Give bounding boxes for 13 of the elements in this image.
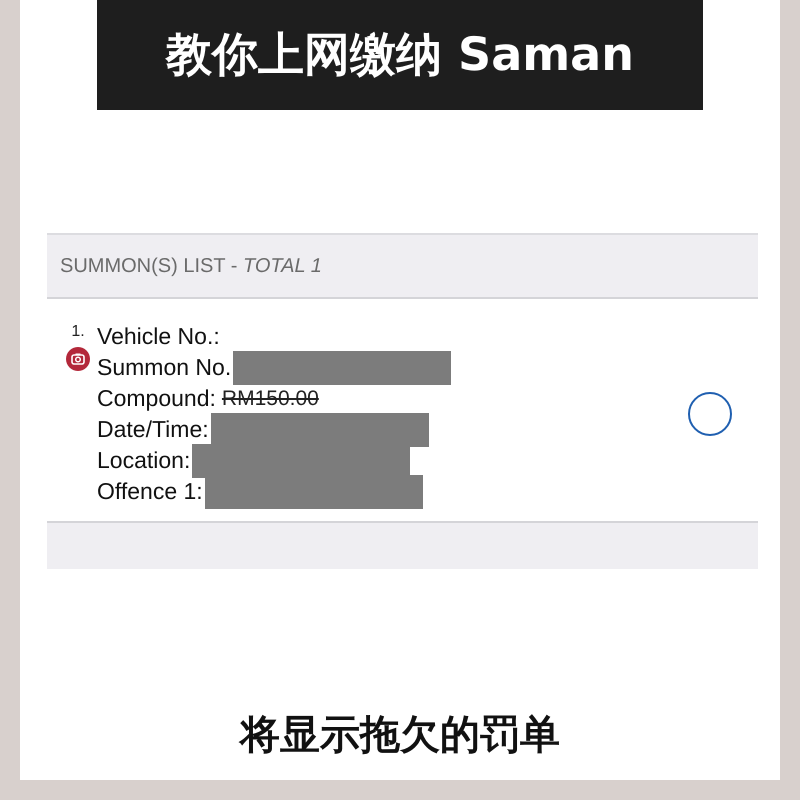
field-label: Vehicle No.: [97, 323, 220, 350]
item-number: 1. [71, 323, 85, 341]
field-label: Date/Time: [97, 416, 209, 443]
field-label: Compound: [97, 385, 216, 412]
title-banner: 教你上网缴纳 Saman [97, 0, 703, 110]
compound-amount: RM150.00 [222, 386, 319, 410]
radio-button[interactable] [688, 392, 732, 436]
field-label: Summon No. [97, 354, 232, 381]
field-label: Location: [97, 447, 190, 474]
camera-icon[interactable] [66, 347, 90, 371]
caption: 将显示拖欠的罚单 [240, 711, 560, 760]
field-label: Offence 1: [97, 478, 203, 505]
summons-row[interactable]: 1. Vehicle No.: Summon No. Compound: RM150.00 Date/Time: Location: Offence 1: [47, 299, 758, 523]
